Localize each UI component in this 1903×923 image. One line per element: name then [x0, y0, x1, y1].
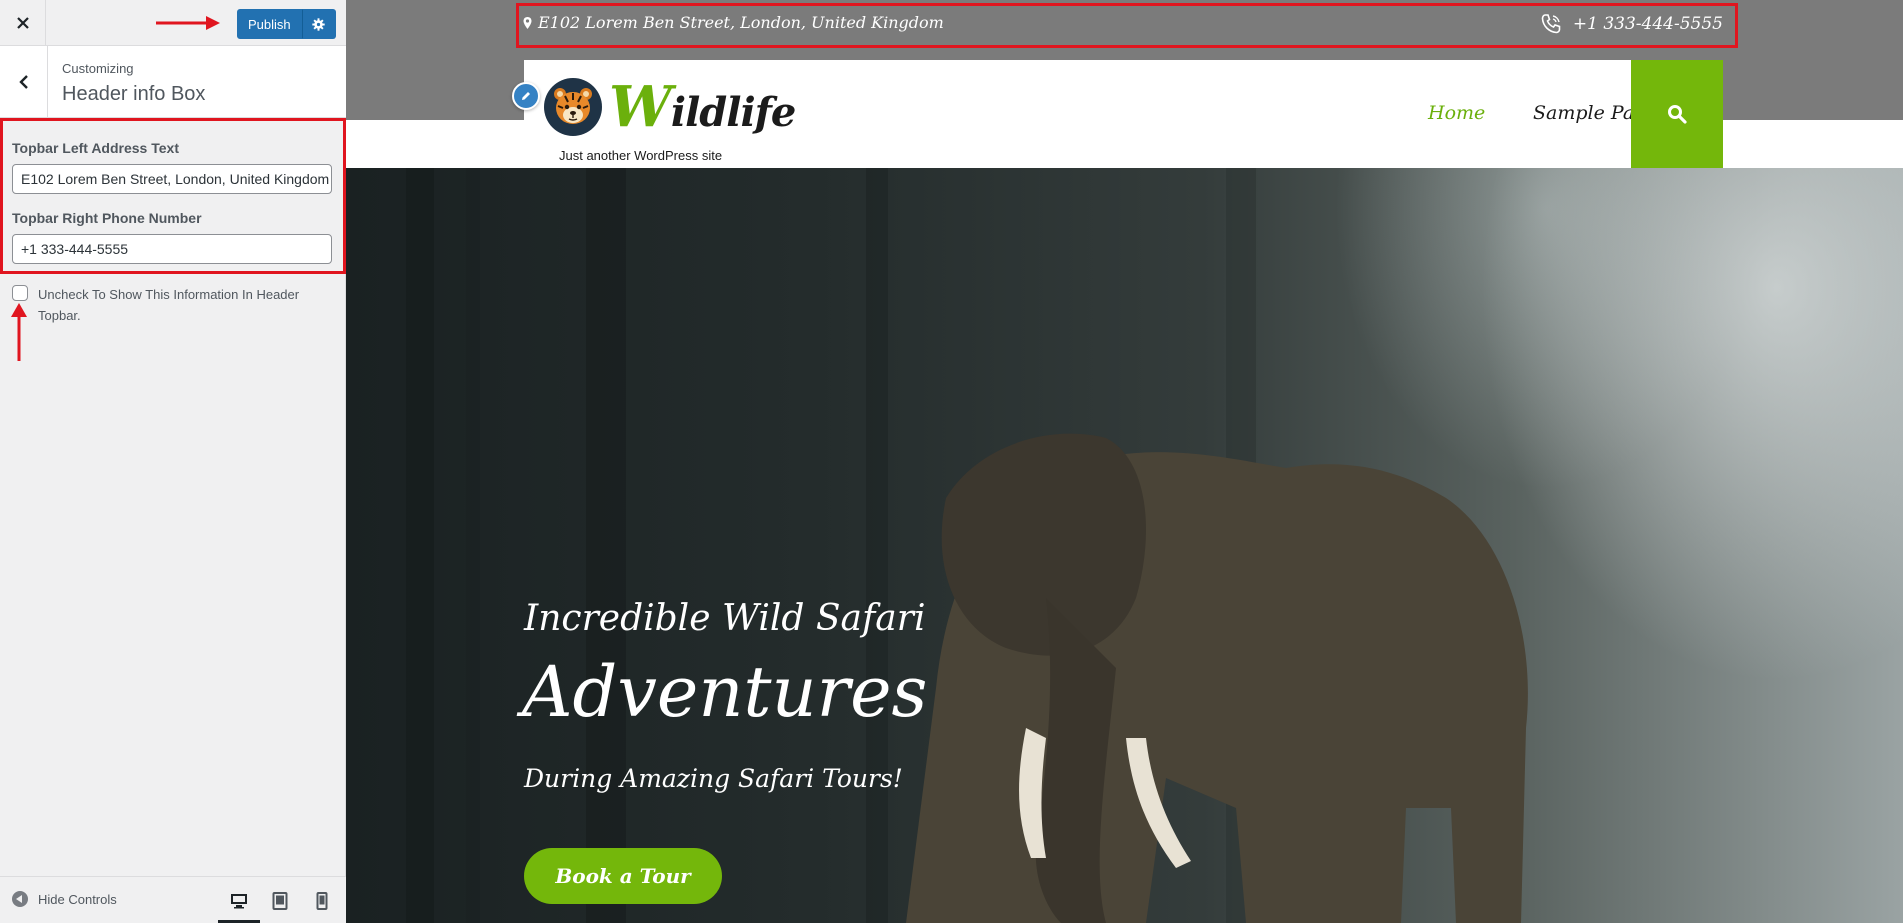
publish-settings-button[interactable]	[301, 9, 336, 39]
phone-input[interactable]: +1 333-444-5555	[12, 234, 332, 264]
customizer-footer: Hide Controls	[0, 876, 346, 923]
close-customizer-button[interactable]	[0, 0, 46, 46]
map-pin-icon	[523, 16, 532, 29]
phone-field-label: Topbar Right Phone Number	[12, 210, 202, 226]
show-info-checkbox[interactable]	[12, 285, 28, 301]
nav-item-home[interactable]: Home	[1428, 102, 1485, 124]
show-info-toggle-row: Uncheck To Show This Information In Head…	[12, 284, 332, 326]
header-search-button[interactable]	[1631, 60, 1723, 168]
tiger-logo[interactable]	[544, 78, 602, 136]
customizer-sidebar: Publish Customizing Header info Box Topb…	[0, 0, 346, 923]
publish-group: Publish	[237, 9, 336, 39]
preview-mobile-button[interactable]	[310, 889, 334, 913]
annotation-arrow-up	[11, 303, 27, 361]
topbar-phone: +1 333-444-5555	[1539, 12, 1723, 36]
site-tagline: Just another WordPress site	[559, 148, 723, 163]
site-title[interactable]: Wildlife	[609, 74, 796, 140]
section-heading: Customizing Header info Box	[0, 46, 346, 118]
preview-tablet-button[interactable]	[268, 889, 292, 913]
phone-icon	[1541, 14, 1561, 34]
hero-banner: Incredible Wild Safari Adventures During…	[346, 168, 1903, 923]
search-icon	[1668, 105, 1687, 124]
hero-heading-line2: Adventures	[522, 651, 928, 733]
book-a-tour-button[interactable]: Book a Tour	[524, 848, 722, 904]
hide-controls-button[interactable]: Hide Controls	[12, 891, 117, 907]
pencil-icon	[522, 92, 530, 100]
publish-button[interactable]: Publish	[237, 9, 302, 39]
customizing-label: Customizing	[62, 61, 134, 76]
site-title-initial: W	[609, 74, 672, 140]
tablet-icon	[272, 892, 288, 910]
topbar-phone-text: +1 333-444-5555	[1572, 14, 1723, 34]
section-title: Header info Box	[62, 83, 206, 105]
chevron-left-icon	[18, 75, 28, 89]
annotation-arrow-right	[156, 16, 220, 30]
topbar-address: E102 Lorem Ben Street, London, United Ki…	[523, 13, 944, 32]
desktop-icon	[231, 894, 247, 909]
address-input[interactable]: E102 Lorem Ben Street, London, United Ki…	[12, 164, 332, 194]
address-field-label: Topbar Left Address Text	[12, 140, 179, 156]
customizer-header: Publish	[0, 0, 346, 46]
site-title-rest: ildlife	[670, 89, 796, 136]
show-info-checkbox-label[interactable]: Uncheck To Show This Information In Head…	[38, 284, 332, 326]
hero-heading-line1: Incredible Wild Safari	[524, 598, 926, 639]
preview-desktop-button[interactable]	[227, 889, 251, 913]
back-button[interactable]	[0, 46, 48, 118]
hero-subheading: During Amazing Safari Tours!	[524, 764, 903, 793]
tiger-icon	[554, 88, 592, 124]
site-header: Wildlife Just another WordPress site Hom…	[524, 60, 1723, 168]
site-preview: E102 Lorem Ben Street, London, United Ki…	[346, 0, 1903, 923]
gear-icon	[312, 17, 325, 31]
mobile-icon	[316, 892, 328, 910]
hide-controls-label: Hide Controls	[38, 891, 117, 907]
elephant-image	[406, 168, 1528, 923]
close-icon	[16, 17, 29, 29]
edit-shortcut-button[interactable]	[512, 82, 540, 110]
topbar-address-text: E102 Lorem Ben Street, London, United Ki…	[538, 13, 944, 32]
collapse-arrow-icon	[12, 891, 28, 907]
